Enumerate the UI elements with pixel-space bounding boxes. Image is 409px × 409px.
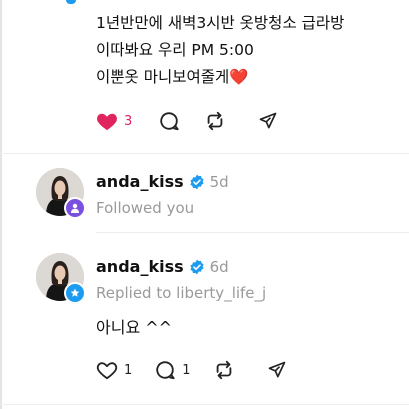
send-icon [268,361,285,378]
activity-feed: 1년반만에 새벽3시반 옷방청소 급라방 이따봐요 우리 PM 5:00 이뿐옷… [0,0,409,409]
like-count: 3 [124,113,133,129]
post-text-line-3-text: 이뿐옷 마니보여줄게 [96,68,230,86]
repost-icon [216,360,231,380]
timestamp: 5d [209,172,229,191]
timestamp: 6d [209,257,229,276]
divider [0,153,409,154]
post-text-line-1: 1년반만에 새벽3시반 옷방청소 급라방 [96,14,345,32]
reply-button[interactable]: 1 [154,357,191,383]
repost-button[interactable] [213,357,235,383]
comment-icon [156,361,175,380]
divider [96,232,409,233]
heart-filled-icon [97,113,117,131]
notification-header: anda_kiss 6d [96,257,229,276]
username[interactable]: anda_kiss [96,257,184,276]
follow-badge [64,197,86,219]
post-actions: 3 [96,108,278,134]
notification-subtitle: Replied to liberty_life_j [96,284,267,302]
like-button[interactable]: 3 [96,108,132,134]
reply-button[interactable] [158,108,180,134]
notification-subtitle: Followed you [96,199,195,217]
divider [0,404,409,405]
repost-icon [207,111,223,131]
share-button[interactable] [258,108,278,134]
left-border [0,0,2,409]
repost-button[interactable] [204,108,226,134]
reply-text: 아니요 ^^ [96,318,173,337]
username[interactable]: anda_kiss [96,172,184,191]
person-icon [71,203,79,213]
share-button[interactable] [267,357,287,383]
post-text-line-3: 이뿐옷 마니보여줄게❤️ [96,64,409,91]
like-count: 1 [124,362,133,378]
verified-icon [190,174,204,189]
notification-header: anda_kiss 5d [96,172,229,191]
reply-badge [64,282,86,304]
verified-icon [190,259,204,274]
thread-line-indicator [66,0,76,4]
star-icon [70,288,80,297]
like-button[interactable]: 1 [96,357,132,383]
heart-emoji: ❤️ [229,68,249,86]
heart-icon [96,362,118,380]
post-text-line-2: 이따봐요 우리 PM 5:00 [96,41,254,59]
send-icon [259,112,277,129]
reply-actions: 1 1 [96,357,287,383]
comment-icon [160,112,179,131]
reply-count: 1 [182,362,191,378]
